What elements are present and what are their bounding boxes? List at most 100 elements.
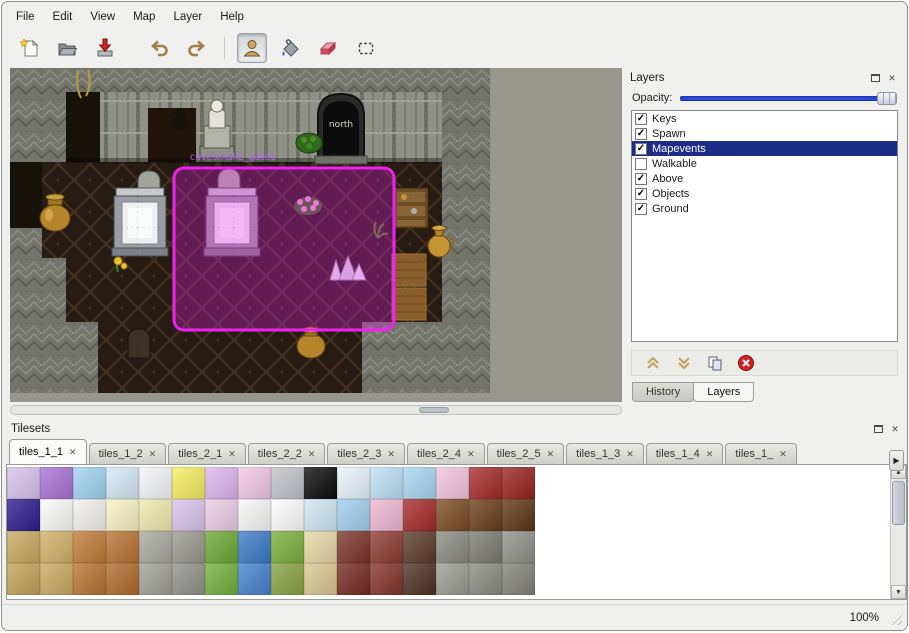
layer-row-mapevents[interactable]: ✓Mapevents [632,141,897,156]
close-tab-icon[interactable]: ✕ [228,449,236,460]
tileset-tab-tiles_1_1[interactable]: tiles_1_1✕ [9,439,87,464]
tileset-tab-tiles_2_3[interactable]: tiles_2_3✕ [327,443,405,464]
open-file-button[interactable] [52,33,82,63]
tileset-tab-tiles_1_3[interactable]: tiles_1_3✕ [566,443,644,464]
save-button[interactable] [90,33,120,63]
tileset-tile[interactable] [172,563,205,595]
tileset-tile[interactable] [502,499,535,531]
layer-checkbox[interactable]: ✓ [635,173,647,185]
tileset-tile[interactable] [40,531,73,563]
tileset-tile[interactable] [139,563,172,595]
tileset-tile[interactable] [271,499,304,531]
tileset-tile[interactable] [7,563,40,595]
tileset-tile[interactable] [304,531,337,563]
tileset-tile[interactable] [106,563,139,595]
tileset-tile[interactable] [271,467,304,499]
tileset-tile[interactable] [238,467,271,499]
layer-checkbox[interactable] [635,158,647,170]
tileset-tile[interactable] [205,563,238,595]
tileset-tile[interactable] [40,467,73,499]
layer-row-above[interactable]: ✓Above [632,171,897,186]
tileset-tile[interactable] [370,467,403,499]
tileset-tile[interactable] [205,467,238,499]
close-tab-icon[interactable]: ✕ [308,449,316,460]
opacity-slider[interactable] [680,91,897,105]
tileset-tile[interactable] [106,499,139,531]
undo-button[interactable] [144,33,174,63]
tileset-tile[interactable] [73,467,106,499]
tileset-tile[interactable] [469,531,502,563]
dock-close-button[interactable]: ✕ [885,71,899,85]
vscrollbar-handle[interactable] [892,481,905,525]
tileset-tile[interactable] [436,467,469,499]
tileset-tile[interactable] [73,563,106,595]
scroll-down-icon[interactable]: ▼ [891,585,906,599]
tileset-tile[interactable] [139,467,172,499]
layer-lower-button[interactable] [675,354,693,372]
new-file-button[interactable] [14,33,44,63]
tileset-tab-tiles_2_5[interactable]: tiles_2_5✕ [487,443,565,464]
dock-float-button[interactable] [868,71,882,85]
menu-edit[interactable]: Edit [45,8,81,26]
tileset-tile[interactable] [7,467,40,499]
dock-tab-layers[interactable]: Layers [693,382,754,402]
map-selection[interactable] [174,168,394,330]
tileset-view[interactable]: ▲ ▼ [6,464,907,600]
layer-list[interactable]: ✓Keys✓Spawn✓MapeventsWalkable✓Above✓Obje… [631,110,898,342]
layer-duplicate-button[interactable] [706,354,724,372]
tileset-tile[interactable] [205,531,238,563]
map-hscrollbar[interactable] [10,405,622,415]
tilesets-float-button[interactable] [871,422,885,436]
tileset-tile[interactable] [436,499,469,531]
tileset-tile[interactable] [403,499,436,531]
layer-raise-button[interactable] [644,354,662,372]
dock-tab-history[interactable]: History [632,382,694,402]
close-tab-icon[interactable]: ✕ [69,447,77,458]
tileset-tile[interactable] [436,563,469,595]
tileset-tile[interactable] [139,531,172,563]
layer-checkbox[interactable]: ✓ [635,203,647,215]
eraser-tool-button[interactable] [313,33,343,63]
resize-grip[interactable] [889,612,902,625]
tileset-tab-tiles_2_2[interactable]: tiles_2_2✕ [248,443,326,464]
close-tab-icon[interactable]: ✕ [779,449,787,460]
tileset-tile[interactable] [40,563,73,595]
opacity-slider-track[interactable] [680,96,897,101]
tileset-tile[interactable] [337,563,370,595]
layer-row-spawn[interactable]: ✓Spawn [632,126,897,141]
layer-checkbox[interactable]: ✓ [635,188,647,200]
tileset-tile[interactable] [436,531,469,563]
tileset-tab-scroll-right[interactable]: ▶ [889,450,904,471]
tileset-tab-tiles_2_1[interactable]: tiles_2_1✕ [168,443,246,464]
tileset-tile[interactable] [403,563,436,595]
tileset-tile[interactable] [337,467,370,499]
map-viewport[interactable]: north cavesmall2_gate1 [10,68,622,402]
tileset-tile[interactable] [502,531,535,563]
close-tab-icon[interactable]: ✕ [467,449,475,460]
fill-tool-button[interactable] [275,33,305,63]
tileset-tile[interactable] [73,499,106,531]
menu-file[interactable]: File [8,8,43,26]
stamp-tool-button[interactable] [237,33,267,63]
menu-layer[interactable]: Layer [165,8,210,26]
layer-row-walkable[interactable]: Walkable [632,156,897,171]
close-tab-icon[interactable]: ✕ [547,449,555,460]
tileset-tile[interactable] [106,531,139,563]
map-canvas[interactable]: north cavesmall2_gate1 [10,68,622,402]
tileset-tile[interactable] [73,531,106,563]
close-tab-icon[interactable]: ✕ [149,449,157,460]
close-tab-icon[interactable]: ✕ [387,449,395,460]
hscrollbar-handle[interactable] [419,407,449,413]
tileset-vscrollbar[interactable]: ▲ ▼ [890,465,906,599]
layer-delete-button[interactable] [737,354,755,372]
tileset-tile[interactable] [271,563,304,595]
tileset-tab-tiles_2_4[interactable]: tiles_2_4✕ [407,443,485,464]
tileset-tile[interactable] [403,467,436,499]
tileset-tile[interactable] [370,563,403,595]
tileset-tile[interactable] [370,531,403,563]
tileset-tile[interactable] [7,531,40,563]
tileset-tile[interactable] [271,531,304,563]
select-tool-button[interactable] [351,33,381,63]
redo-button[interactable] [182,33,212,63]
tileset-tile[interactable] [205,499,238,531]
